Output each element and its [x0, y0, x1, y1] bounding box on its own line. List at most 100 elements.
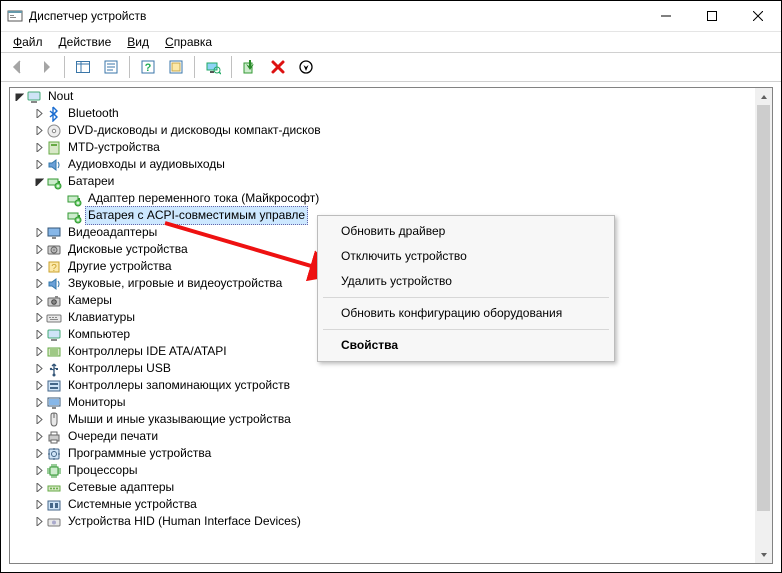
chevron-right-icon[interactable] [32, 464, 46, 478]
tree-item-label: Камеры [65, 292, 115, 309]
tree-row[interactable]: Адаптер переменного тока (Майкрософт) [50, 190, 755, 207]
chevron-right-icon[interactable] [32, 141, 46, 155]
toolbar-scan-button[interactable] [200, 54, 226, 80]
toolbar: ? [1, 52, 781, 82]
tree-row[interactable]: MTD-устройства [30, 139, 755, 156]
tree-row[interactable]: Устройства HID (Human Interface Devices) [30, 513, 755, 530]
chevron-down-icon[interactable] [12, 90, 26, 104]
toolbar-help1-button[interactable]: ? [135, 54, 161, 80]
tree-row[interactable]: Очереди печати [30, 428, 755, 445]
chevron-right-icon[interactable] [32, 260, 46, 274]
scroll-track[interactable] [755, 105, 772, 546]
other-icon: ? [46, 259, 62, 275]
toolbar-uninstall-button[interactable] [265, 54, 291, 80]
bluetooth-icon [46, 106, 62, 122]
chevron-down-icon[interactable] [32, 175, 46, 189]
tree-root-label: Nout [45, 88, 76, 105]
tree-item-label: Дисковые устройства [65, 241, 191, 258]
chevron-right-icon[interactable] [32, 311, 46, 325]
usb-icon [46, 361, 62, 377]
tree-row[interactable]: Мыши и иные указывающие устройства [30, 411, 755, 428]
ide-icon [46, 344, 62, 360]
chevron-right-icon[interactable] [32, 515, 46, 529]
keyboard-icon [46, 310, 62, 326]
menubar: Файл Действие Вид Справка [1, 32, 781, 52]
ctx-scan-hardware[interactable]: Обновить конфигурацию оборудования [321, 301, 611, 326]
chevron-right-icon[interactable] [32, 447, 46, 461]
hid-icon [46, 514, 62, 530]
chevron-right-icon[interactable] [32, 124, 46, 138]
close-button[interactable] [735, 1, 781, 31]
tree-row[interactable]: Мониторы [30, 394, 755, 411]
network-icon [46, 480, 62, 496]
chevron-right-icon[interactable] [32, 158, 46, 172]
tree-row[interactable]: Программные устройства [30, 445, 755, 462]
software-icon [46, 446, 62, 462]
tree-row[interactable]: Сетевые адаптеры [30, 479, 755, 496]
chevron-right-icon[interactable] [32, 277, 46, 291]
vertical-scrollbar[interactable] [755, 88, 772, 563]
chevron-right-icon[interactable] [32, 294, 46, 308]
minimize-button[interactable] [643, 1, 689, 31]
scroll-down-button[interactable] [755, 546, 772, 563]
tree-row[interactable]: Bluetooth [30, 105, 755, 122]
tree-row[interactable]: Батареи [30, 173, 755, 190]
chevron-right-icon[interactable] [32, 498, 46, 512]
scroll-up-button[interactable] [755, 88, 772, 105]
tree-row[interactable]: Контроллеры USB [30, 360, 755, 377]
chevron-right-icon[interactable] [32, 362, 46, 376]
tree-item-label: Bluetooth [65, 105, 122, 122]
tree-item-label: Звуковые, игровые и видеоустройства [65, 275, 285, 292]
tree-item-label: Адаптер переменного тока (Майкрософт) [85, 190, 322, 207]
menu-view[interactable]: Вид [119, 33, 157, 51]
tree-row[interactable]: Контроллеры запоминающих устройств [30, 377, 755, 394]
chevron-right-icon[interactable] [32, 243, 46, 257]
tree-row[interactable]: Аудиовходы и аудиовыходы [30, 156, 755, 173]
ctx-properties[interactable]: Свойства [321, 333, 611, 358]
chevron-right-icon[interactable] [32, 430, 46, 444]
maximize-button[interactable] [689, 1, 735, 31]
tree-row[interactable]: DVD-дисководы и дисководы компакт-дисков [30, 122, 755, 139]
tree-row[interactable]: Системные устройства [30, 496, 755, 513]
window-frame: Диспетчер устройств Файл Действие Вид Сп… [0, 0, 782, 573]
chevron-right-icon[interactable] [32, 379, 46, 393]
menu-help[interactable]: Справка [157, 33, 220, 51]
chevron-right-icon[interactable] [32, 481, 46, 495]
menu-file[interactable]: Файл [5, 33, 51, 51]
chevron-right-icon[interactable] [32, 396, 46, 410]
tree-item-label: DVD-дисководы и дисководы компакт-дисков [65, 122, 324, 139]
toolbar-help2-button[interactable] [163, 54, 189, 80]
tree-row[interactable]: Процессоры [30, 462, 755, 479]
computer-icon [46, 327, 62, 343]
computer-icon [26, 89, 42, 105]
chevron-right-icon[interactable] [32, 413, 46, 427]
titlebar: Диспетчер устройств [1, 1, 781, 32]
monitor-icon [46, 395, 62, 411]
toolbar-showhide-button[interactable] [70, 54, 96, 80]
toolbar-back-button[interactable] [5, 54, 31, 80]
toolbar-forward-button[interactable] [33, 54, 59, 80]
tree-item-label: Компьютер [65, 326, 133, 343]
tree-root-row[interactable]: Nout [10, 88, 755, 105]
chevron-right-icon[interactable] [32, 345, 46, 359]
chevron-right-icon[interactable] [32, 226, 46, 240]
menu-action[interactable]: Действие [51, 33, 120, 51]
toolbar-disable-button[interactable] [293, 54, 319, 80]
tree-item-label: MTD-устройства [65, 139, 163, 156]
ctx-separator-1 [323, 297, 609, 298]
ctx-remove-device[interactable]: Удалить устройство [321, 269, 611, 294]
tree-item-label: Контроллеры USB [65, 360, 174, 377]
system-icon [46, 497, 62, 513]
toolbar-enable-button[interactable] [237, 54, 263, 80]
chevron-right-icon[interactable] [32, 107, 46, 121]
toolbar-properties-button[interactable] [98, 54, 124, 80]
tree-item-label: Видеоадаптеры [65, 224, 160, 241]
scroll-thumb[interactable] [757, 105, 770, 511]
mtd-icon [46, 140, 62, 156]
tree-item-label: Мониторы [65, 394, 128, 411]
audio-icon [46, 276, 62, 292]
client-area: NoutBluetoothDVD-дисководы и дисководы к… [1, 82, 781, 572]
chevron-right-icon[interactable] [32, 328, 46, 342]
ctx-disable-device[interactable]: Отключить устройство [321, 244, 611, 269]
ctx-update-driver[interactable]: Обновить драйвер [321, 219, 611, 244]
